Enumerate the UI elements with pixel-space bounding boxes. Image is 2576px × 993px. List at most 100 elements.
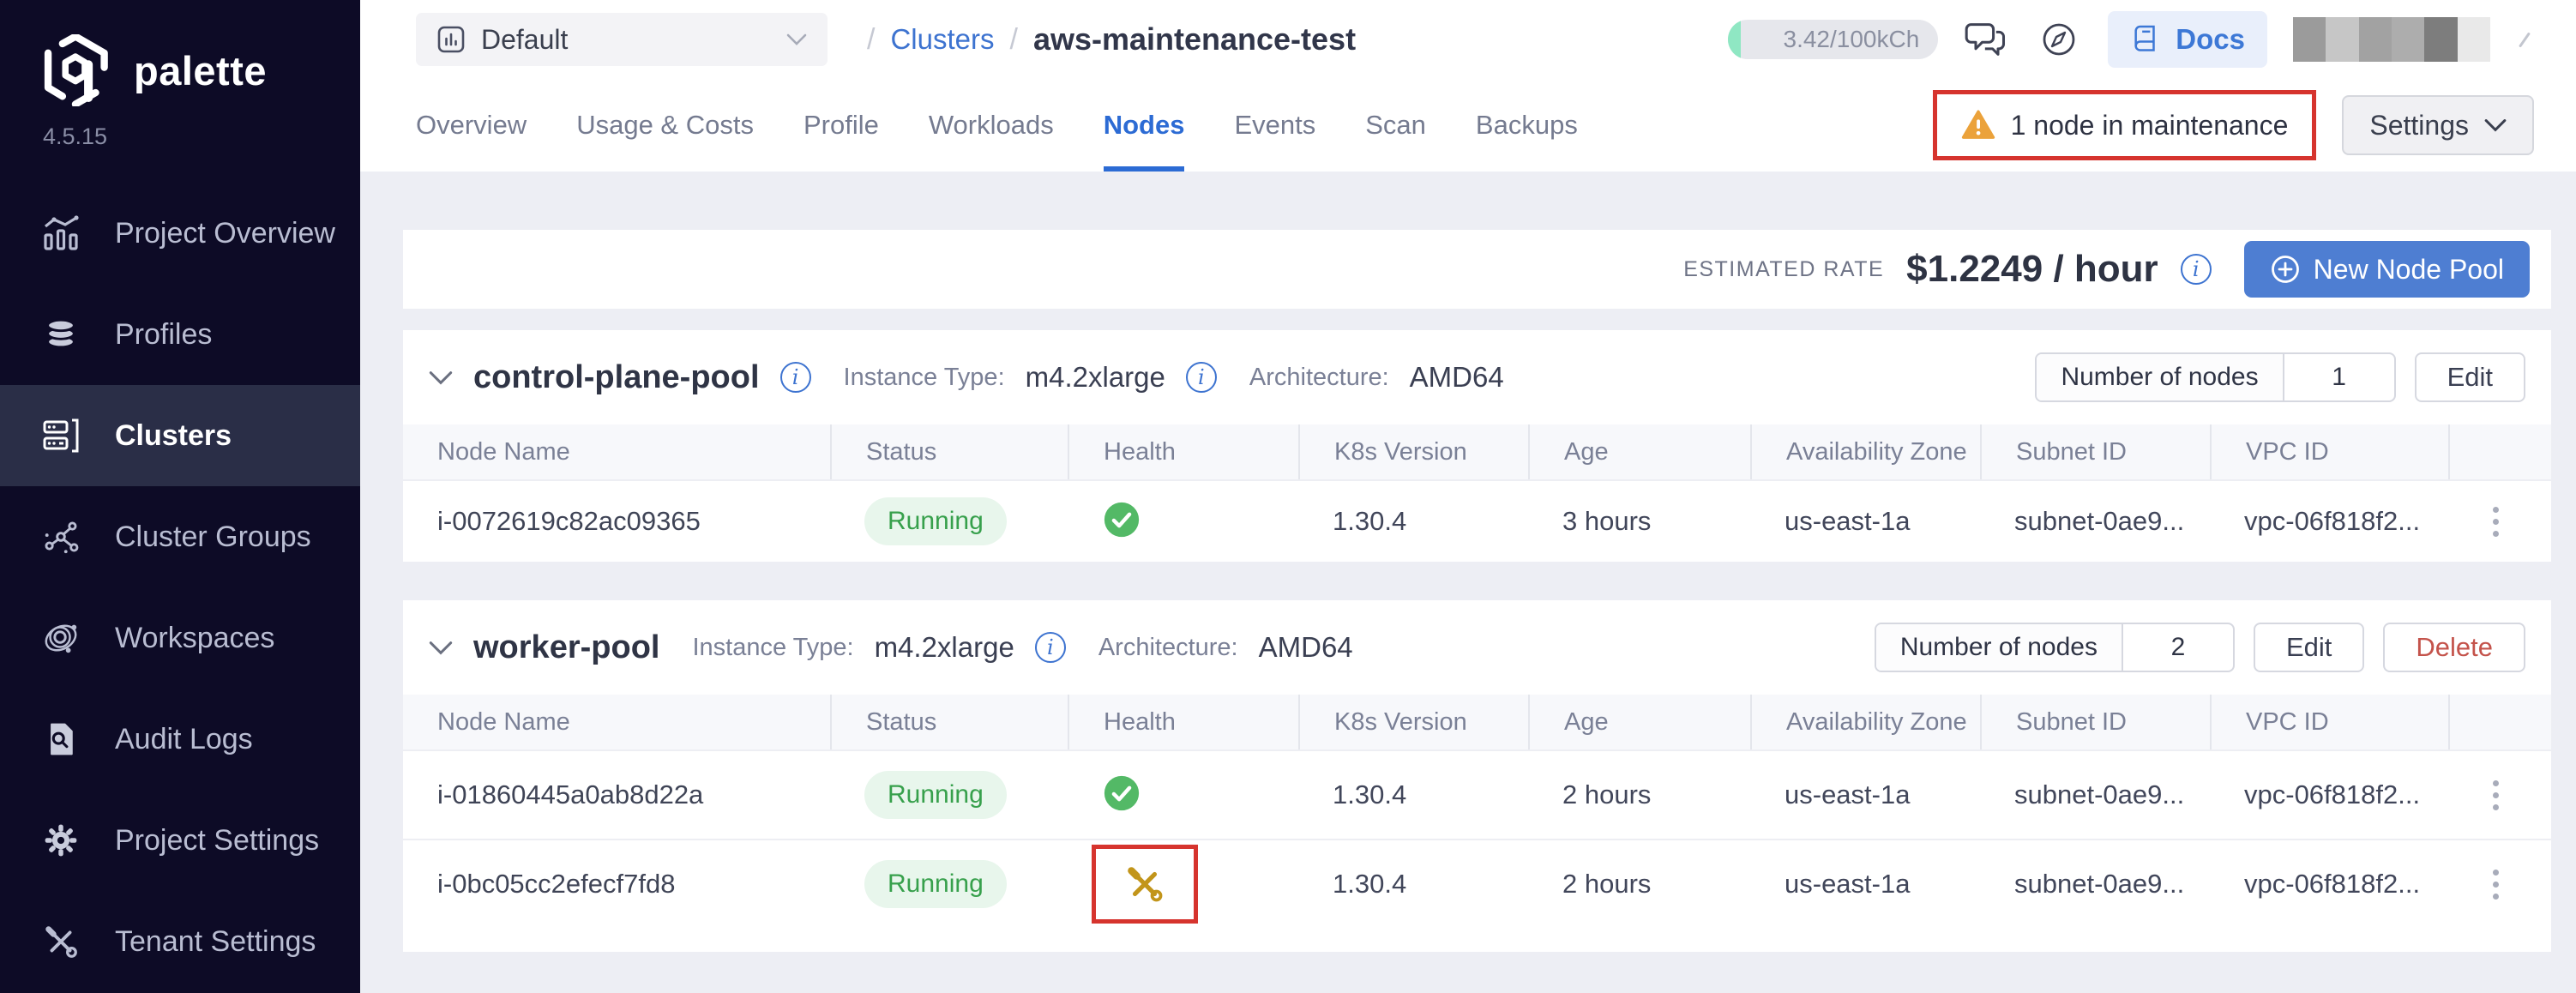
- sidebar-item-audit-logs[interactable]: Audit Logs: [0, 689, 360, 790]
- node-table: Node Name Status Health K8s Version Age …: [403, 424, 2551, 562]
- pool-info-icon[interactable]: [779, 362, 811, 393]
- tab-events[interactable]: Events: [1234, 79, 1315, 172]
- tab-profile[interactable]: Profile: [803, 79, 879, 172]
- new-node-pool-label: New Node Pool: [2313, 253, 2504, 285]
- instance-type-info-icon[interactable]: [1185, 362, 1217, 393]
- brand-name: palette: [134, 47, 267, 93]
- breadcrumb-current-cluster: aws-maintenance-test: [1032, 21, 1357, 57]
- number-of-nodes-value[interactable]: 1: [2282, 354, 2394, 400]
- tab-overview[interactable]: Overview: [416, 79, 527, 172]
- sidebar-item-profiles[interactable]: Profiles: [0, 284, 360, 385]
- book-icon: [2134, 25, 2156, 51]
- tab-scan[interactable]: Scan: [1365, 79, 1426, 172]
- tab-backups[interactable]: Backups: [1476, 79, 1578, 172]
- node-az-cell: us-east-1a: [1785, 506, 1911, 536]
- pool-card-control-plane: control-plane-pool Instance Type: m4.2xl…: [403, 330, 2551, 562]
- node-age-cell: 3 hours: [1562, 506, 1652, 536]
- col-node-name: Node Name: [437, 437, 570, 466]
- workspaces-icon: [39, 617, 82, 659]
- status-badge: Running: [864, 497, 1007, 545]
- kebab-menu-icon[interactable]: [2448, 506, 2551, 537]
- architecture-label: Architecture:: [1249, 363, 1389, 391]
- node-table: Node Name Status Health K8s Version Age …: [403, 695, 2551, 928]
- node-vpc-cell: vpc-06f818f2...: [2244, 506, 2421, 536]
- instance-type-info-icon[interactable]: [1034, 632, 1066, 663]
- sidebar-item-project-overview[interactable]: Project Overview: [0, 183, 360, 284]
- node-health-cell: [1068, 500, 1298, 544]
- col-subnet-id: Subnet ID: [1980, 424, 2210, 479]
- sidebar-item-project-settings[interactable]: Project Settings: [0, 790, 360, 891]
- table-header-row: Node Name Status Health K8s Version Age …: [403, 695, 2551, 749]
- collapse-chevron-icon[interactable]: [429, 641, 453, 655]
- node-subnet-cell: subnet-0ae9...: [2014, 779, 2185, 809]
- gear-icon: [39, 819, 82, 862]
- kebab-menu-icon[interactable]: [2448, 869, 2551, 900]
- redacted-user-info[interactable]: [2293, 17, 2490, 62]
- node-az-cell: us-east-1a: [1785, 779, 1911, 809]
- breadcrumb: / Clusters / aws-maintenance-test: [867, 21, 1356, 57]
- new-node-pool-button[interactable]: New Node Pool: [2243, 241, 2530, 298]
- estimated-rate-bar: ESTIMATED RATE $1.2249 / hour New Node P…: [403, 230, 2551, 309]
- breadcrumb-clusters-link[interactable]: Clusters: [890, 23, 994, 56]
- sidebar-item-tenant-settings[interactable]: Tenant Settings: [0, 891, 360, 992]
- sidebar-item-label: Tenant Settings: [115, 924, 316, 958]
- sidebar-item-label: Profiles: [115, 317, 213, 351]
- node-actions-cell: [2448, 506, 2551, 537]
- cluster-groups-icon: [39, 515, 82, 558]
- docs-button[interactable]: Docs: [2108, 11, 2267, 68]
- sidebar-item-label: Project Overview: [115, 216, 335, 250]
- node-age-cell: 2 hours: [1562, 779, 1652, 809]
- kebab-menu-icon[interactable]: [2448, 779, 2551, 810]
- project-overview-icon: [39, 212, 82, 255]
- breadcrumb-separator: /: [1009, 22, 1018, 56]
- pool-controls: Number of nodes 1 Edit: [2035, 352, 2525, 402]
- sidebar-nav: Project Overview Profiles Clusters Clust…: [0, 183, 360, 992]
- maintenance-warning-badge[interactable]: 1 node in maintenance: [1932, 90, 2317, 160]
- sidebar-item-clusters[interactable]: Clusters: [0, 385, 360, 486]
- settings-button[interactable]: Settings: [2342, 95, 2534, 155]
- settings-button-label: Settings: [2369, 109, 2469, 141]
- explore-compass-button[interactable]: [2036, 16, 2082, 63]
- node-k8s-version-cell: 1.30.4: [1333, 506, 1407, 536]
- node-row: i-0072619c82ac09365 Running 1.30.4 3 hou…: [403, 479, 2551, 562]
- tab-workloads[interactable]: Workloads: [929, 79, 1054, 172]
- clusters-icon: [39, 414, 82, 457]
- number-of-nodes-label: Number of nodes: [2037, 354, 2283, 400]
- brand-logo[interactable]: palette: [0, 0, 360, 106]
- maintenance-warning-text: 1 node in maintenance: [2010, 109, 2289, 141]
- sidebar-item-label: Project Settings: [115, 823, 320, 857]
- project-selector[interactable]: Default: [416, 13, 828, 66]
- usage-quota-badge[interactable]: 3.42/100kCh: [1728, 20, 1939, 59]
- node-name-cell: i-0072619c82ac09365: [437, 506, 701, 536]
- col-status: Status: [830, 695, 1068, 749]
- collapse-chevron-icon[interactable]: [429, 370, 453, 385]
- feedback-chat-button[interactable]: [1964, 16, 2010, 63]
- sidebar-item-cluster-groups[interactable]: Cluster Groups: [0, 486, 360, 587]
- warning-triangle-icon: [1961, 110, 1995, 139]
- number-of-nodes-value[interactable]: 2: [2121, 624, 2233, 671]
- delete-pool-button[interactable]: Delete: [2383, 623, 2525, 672]
- edit-pool-button[interactable]: Edit: [2414, 352, 2525, 402]
- col-vpc-id: VPC ID: [2210, 695, 2448, 749]
- tools-icon: [39, 920, 82, 963]
- tab-usage-costs[interactable]: Usage & Costs: [576, 79, 754, 172]
- profiles-icon: [39, 313, 82, 356]
- col-age: Age: [1528, 695, 1750, 749]
- sidebar-item-workspaces[interactable]: Workspaces: [0, 587, 360, 689]
- tab-nodes[interactable]: Nodes: [1103, 79, 1185, 172]
- project-scope-icon: [437, 26, 465, 53]
- cluster-actions: 1 node in maintenance Settings: [1932, 90, 2576, 160]
- number-of-nodes-control: Number of nodes 2: [1874, 623, 2235, 672]
- col-actions: [2448, 695, 2551, 749]
- node-subnet-cell: subnet-0ae9...: [2014, 869, 2185, 899]
- app-window: palette 4.5.15 Project Overview Profiles…: [0, 0, 2576, 993]
- node-vpc-cell: vpc-06f818f2...: [2244, 869, 2421, 899]
- node-row: i-01860445a0ab8d22a Running 1.30.4 2 hou…: [403, 749, 2551, 839]
- edit-pool-button[interactable]: Edit: [2253, 623, 2365, 672]
- col-health: Health: [1068, 424, 1298, 479]
- rate-info-icon[interactable]: [2180, 254, 2212, 285]
- col-actions: [2448, 424, 2551, 479]
- estimated-rate-label: ESTIMATED RATE: [1683, 256, 1885, 281]
- collapsed-indicator: [2519, 31, 2531, 48]
- topbar-right-cluster: 3.42/100kCh Docs: [1728, 11, 2576, 68]
